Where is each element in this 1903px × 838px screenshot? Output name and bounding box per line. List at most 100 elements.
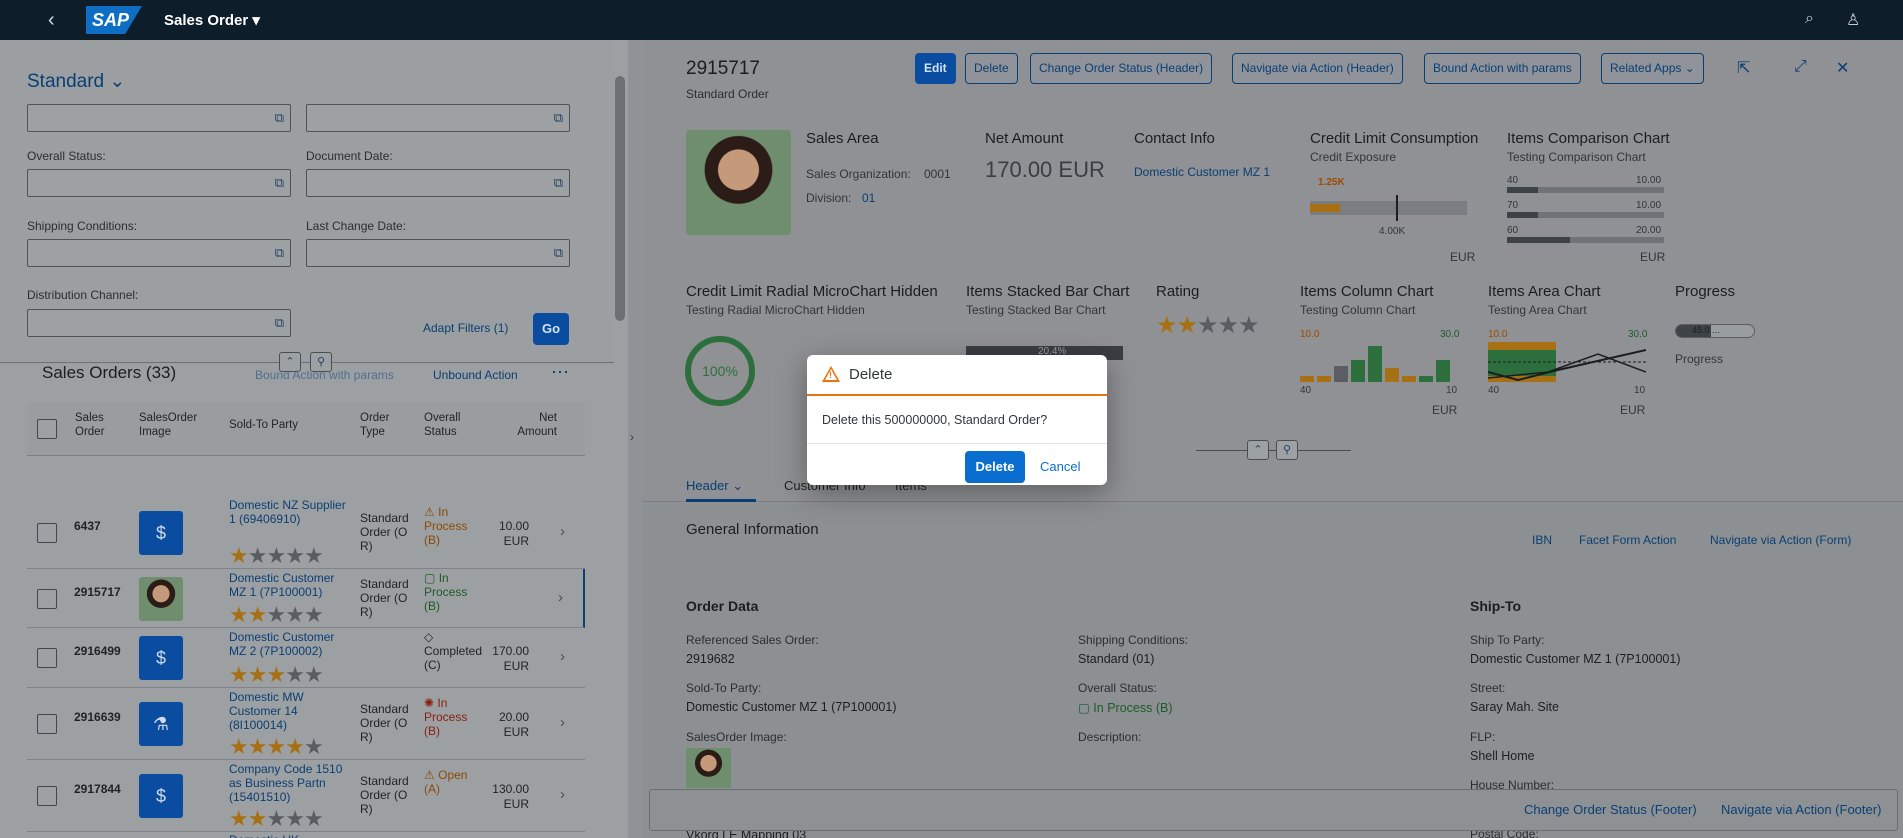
more-icon[interactable]: ⋯	[551, 362, 569, 383]
overall-status: ◇ Completed (C)	[424, 630, 482, 672]
document-date-input[interactable]: ⧉	[306, 169, 570, 197]
sold-to-party-link[interactable]: Domestic Customer MZ 1 (7P100001)	[686, 700, 897, 714]
sold-to-party-link[interactable]: Domestic MW Customer 14 (8I100014)	[229, 690, 347, 732]
chevron-right-icon[interactable]: ›	[558, 589, 563, 606]
sold-to-party-link[interactable]: Domestic Customer MZ 1 (7P100001)	[229, 571, 347, 599]
related-apps-button[interactable]: Related Apps ⌄	[1601, 53, 1704, 84]
comparison-value: 10.00	[1636, 200, 1662, 211]
cancel-button[interactable]: Cancel	[1040, 459, 1080, 474]
sold-to-party-link[interactable]: Company Code 1510 as Business Partn (154…	[229, 762, 347, 804]
search-icon[interactable]: ⌕	[1805, 10, 1814, 28]
row-checkbox[interactable]	[37, 786, 57, 806]
value-help-icon[interactable]: ⧉	[554, 245, 563, 261]
column-divider[interactable]: ›	[628, 40, 642, 838]
chevron-right-icon[interactable]: ›	[560, 523, 565, 540]
salesorder-image[interactable]	[139, 576, 183, 621]
bound-action-params-button[interactable]: Bound Action with params	[1424, 53, 1581, 84]
col-sales-order[interactable]: Sales Order	[75, 411, 125, 439]
ibn-button[interactable]: IBN	[1532, 533, 1552, 547]
select-all-checkbox[interactable]	[37, 419, 57, 439]
change-order-status-footer-button[interactable]: Change Order Status (Footer)	[1524, 802, 1697, 817]
bound-action-button[interactable]: Bound Action with params	[255, 368, 394, 382]
salesorder-image[interactable]: ⚗	[139, 702, 183, 746]
chevron-right-icon[interactable]: ›	[560, 648, 565, 665]
flp-link[interactable]: Shell Home	[1470, 749, 1535, 763]
navigate-via-action-header-button[interactable]: Navigate via Action (Header)	[1232, 53, 1403, 84]
app-title-menu[interactable]: Sales Order ▾	[164, 11, 260, 29]
row-checkbox[interactable]	[37, 714, 57, 734]
shipping-conditions-input[interactable]: ⧉	[27, 239, 291, 267]
col-net-amount[interactable]: Net Amount	[517, 411, 557, 439]
delete-dialog: ! Delete Delete this 500000000, Standard…	[807, 355, 1107, 485]
table-row[interactable]: 2917844 $ Company Code 1510 as Business Pa…	[27, 760, 585, 832]
filter-input[interactable]: ⧉	[306, 104, 570, 132]
contact-info-link[interactable]: Domestic Customer MZ 1	[1134, 165, 1270, 179]
value-help-icon[interactable]: ⧉	[275, 315, 284, 331]
comparison-chart-title: Items Comparison Chart	[1507, 130, 1670, 147]
division-link[interactable]: 01	[862, 191, 875, 205]
confirm-delete-button[interactable]: Delete	[965, 451, 1025, 483]
table-row[interactable]: 6437 $ Domestic NZ Supplier 1 (69406910) ★★…	[27, 496, 585, 569]
row-checkbox[interactable]	[37, 648, 57, 668]
ship-to-party-link[interactable]: Domestic Customer MZ 1 (7P100001)	[1470, 652, 1681, 666]
value-help-icon[interactable]: ⧉	[275, 110, 284, 126]
sold-to-party-link[interactable]: Domestic NZ Supplier 1 (69406910)	[229, 498, 347, 526]
salesorder-image[interactable]	[686, 748, 731, 788]
area-chart-title: Items Area Chart	[1488, 283, 1601, 300]
close-icon[interactable]: ✕	[1836, 58, 1849, 78]
chevron-right-icon[interactable]: ›	[560, 786, 565, 803]
pin-header-icon[interactable]: ⚲	[1276, 440, 1298, 460]
distribution-channel-input[interactable]: ⧉	[27, 309, 291, 337]
row-checkbox[interactable]	[37, 588, 57, 609]
expand-arrow-icon[interactable]: ›	[630, 430, 634, 444]
logo-text: SAP	[92, 10, 130, 30]
salesorder-image[interactable]: $	[139, 774, 183, 818]
go-button[interactable]: Go	[533, 313, 569, 345]
table-row[interactable]: 2916639 ⚗ Domestic MW Customer 14 (8I10001…	[27, 688, 585, 760]
fullscreen-icon[interactable]: ⤢	[1794, 58, 1807, 76]
overall-status-input[interactable]: ⧉	[27, 169, 291, 197]
value-help-icon[interactable]: ⧉	[554, 175, 563, 191]
salesorder-image[interactable]: $	[139, 636, 183, 680]
variant-selector[interactable]: Standard ⌄	[27, 70, 125, 93]
sap-logo[interactable]: SAP	[86, 6, 142, 34]
delete-button[interactable]: Delete	[965, 53, 1018, 84]
col-order-type[interactable]: Order Type	[360, 411, 400, 439]
share-icon[interactable]: ⇱	[1737, 58, 1750, 78]
facet-form-action-button[interactable]: Facet Form Action	[1579, 533, 1676, 547]
navigate-via-action-form-button[interactable]: Navigate via Action (Form)	[1710, 533, 1851, 547]
tab-header[interactable]: Header ⌄	[686, 478, 743, 494]
sold-to-party-link[interactable]: Domestic UK	[229, 833, 347, 838]
edit-button[interactable]: Edit	[915, 53, 956, 84]
contact-info-title: Contact Info	[1134, 130, 1215, 147]
row-checkbox[interactable]	[37, 522, 57, 543]
change-order-status-header-button[interactable]: Change Order Status (Header)	[1030, 53, 1213, 84]
scrollbar[interactable]	[615, 76, 625, 321]
col-salesorder-image[interactable]: SalesOrder Image	[139, 411, 209, 439]
salesorder-image[interactable]: $	[139, 510, 183, 555]
unbound-action-button[interactable]: Unbound Action	[433, 368, 518, 382]
filter-input[interactable]: ⧉	[27, 104, 291, 132]
progress-label: 45.0 ...	[1692, 325, 1720, 335]
star-icon: ★	[247, 543, 268, 568]
chevron-right-icon[interactable]: ›	[560, 714, 565, 731]
comparison-value: 20.00	[1636, 225, 1662, 236]
table-row[interactable]: 2916499 $ Domestic Customer MZ 2 (7P100002…	[27, 628, 585, 688]
ref-sales-order-link[interactable]: 2919682	[686, 652, 735, 666]
table-row[interactable]: 2915717 Domestic Customer MZ 1 (7P100001)…	[27, 569, 585, 628]
col-sold-to-party[interactable]: Sold-To Party	[229, 418, 298, 432]
collapse-header-icon[interactable]: ⌃	[1247, 440, 1269, 460]
rating-stars: ★★★★★	[229, 736, 324, 758]
value-help-icon[interactable]: ⧉	[554, 110, 563, 126]
sold-to-party-link[interactable]: Domestic Customer MZ 2 (7P100002)	[229, 630, 347, 658]
col-overall-status[interactable]: Overall Status	[424, 411, 464, 439]
back-icon[interactable]: ‹	[48, 9, 55, 32]
user-icon[interactable]: ♙	[1846, 10, 1860, 30]
stacked-chart-title: Items Stacked Bar Chart	[966, 283, 1130, 300]
value-help-icon[interactable]: ⧉	[275, 175, 284, 191]
column-chart-title: Items Column Chart	[1300, 283, 1434, 300]
adapt-filters-button[interactable]: Adapt Filters (1)	[423, 321, 508, 335]
navigate-via-action-footer-button[interactable]: Navigate via Action (Footer)	[1721, 802, 1881, 817]
value-help-icon[interactable]: ⧉	[275, 245, 284, 261]
last-change-date-input[interactable]: ⧉	[306, 239, 570, 267]
